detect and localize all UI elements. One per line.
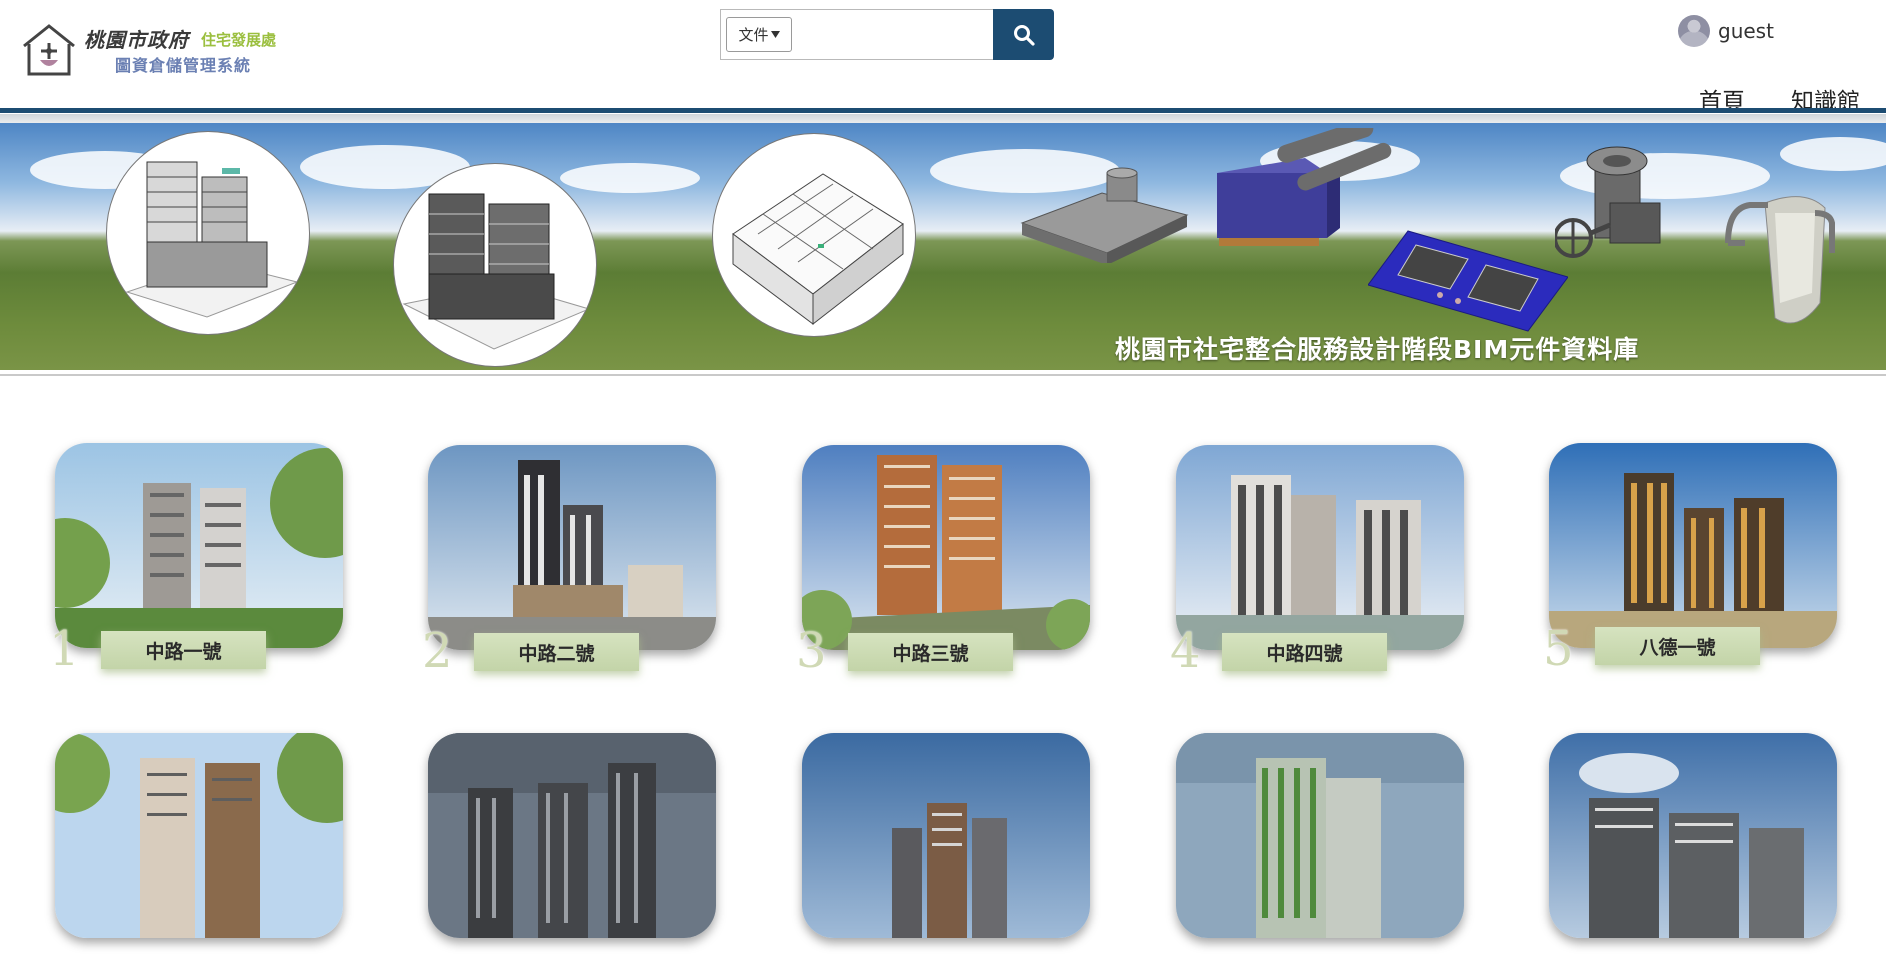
house-logo-icon	[23, 24, 75, 76]
project-rendering	[1176, 733, 1464, 938]
site-logo[interactable]: 桃園市政府 住宅發展處 圖資倉儲管理系統	[20, 20, 300, 80]
cloud	[560, 163, 700, 193]
project-photo	[1176, 445, 1464, 650]
project-card-6[interactable]	[41, 733, 351, 973]
project-card-5[interactable]: 5 八德一號	[1535, 443, 1845, 683]
project-photo	[428, 733, 716, 938]
project-rendering	[802, 733, 1090, 938]
project-name-label: 中路一號	[101, 631, 266, 669]
project-card-1[interactable]: 1 中路一號	[41, 443, 351, 683]
project-photo	[1176, 733, 1464, 938]
logo-system-text: 圖資倉儲管理系統	[115, 56, 252, 75]
project-rendering	[1549, 733, 1837, 938]
project-rendering	[428, 445, 716, 650]
search-type-select[interactable]: 文件	[726, 17, 792, 52]
logo-department-text: 住宅發展處	[201, 31, 277, 49]
project-rendering	[55, 733, 343, 938]
project-card-7[interactable]	[414, 733, 724, 973]
project-number: 4	[1170, 623, 1201, 679]
user-menu[interactable]: guest	[1678, 15, 1774, 47]
project-rendering	[55, 443, 343, 648]
banner-divider	[0, 374, 1886, 376]
project-name-label: 中路四號	[1222, 633, 1387, 671]
project-number: 5	[1543, 621, 1574, 677]
project-name-label: 中路三號	[848, 633, 1013, 671]
project-photo	[802, 445, 1090, 650]
project-card-3[interactable]: 3 中路三號	[788, 445, 1098, 685]
search-type-label: 文件	[738, 26, 769, 44]
project-number: 1	[49, 621, 80, 677]
hero-banner: 桃園市社宅整合服務設計階段BIM元件資料庫	[0, 123, 1886, 370]
project-number: 2	[422, 623, 453, 679]
project-photo	[1549, 443, 1837, 648]
project-rendering	[428, 733, 716, 938]
search-icon	[1013, 24, 1035, 46]
project-card-8[interactable]	[788, 733, 1098, 973]
header-divider	[0, 108, 1886, 113]
bim-tank-component	[1020, 167, 1189, 263]
project-photo	[428, 445, 716, 650]
project-rendering	[802, 445, 1090, 650]
project-card-9[interactable]	[1162, 733, 1472, 973]
project-rendering	[1549, 443, 1837, 648]
chevron-down-icon	[770, 31, 780, 38]
bim-urinal-component	[1725, 196, 1835, 324]
bim-building-model-2	[393, 163, 597, 367]
search-bar: 文件	[720, 9, 1054, 60]
cloud	[1780, 137, 1886, 171]
bim-panel-component	[1368, 230, 1568, 332]
site-header: 桃園市政府 住宅發展處 圖資倉儲管理系統 文件 guest 首頁 知識館	[0, 0, 1886, 115]
header-divider-shadow	[0, 114, 1886, 123]
project-card-4[interactable]: 4 中路四號	[1162, 445, 1472, 685]
project-photo	[55, 443, 343, 648]
project-photo	[55, 733, 343, 938]
bim-building-model-3	[712, 133, 916, 337]
project-name-label: 八德一號	[1595, 627, 1760, 665]
search-button[interactable]	[993, 9, 1054, 60]
banner-title: 桃園市社宅整合服務設計階段BIM元件資料庫	[1115, 335, 1640, 364]
project-card-2[interactable]: 2 中路二號	[414, 445, 724, 685]
project-card-10[interactable]	[1535, 733, 1845, 973]
project-photo	[1549, 733, 1837, 938]
bim-building-model-1	[106, 131, 310, 335]
bim-valve-component	[1555, 146, 1661, 258]
logo-city-text: 桃園市政府	[84, 28, 189, 52]
project-number: 3	[796, 623, 827, 679]
project-name-label: 中路二號	[474, 633, 639, 671]
user-avatar-icon	[1678, 15, 1710, 47]
project-photo	[802, 733, 1090, 938]
search-input[interactable]	[799, 18, 989, 52]
user-name: guest	[1718, 19, 1774, 43]
search-box: 文件	[720, 9, 994, 60]
project-rendering	[1176, 445, 1464, 650]
